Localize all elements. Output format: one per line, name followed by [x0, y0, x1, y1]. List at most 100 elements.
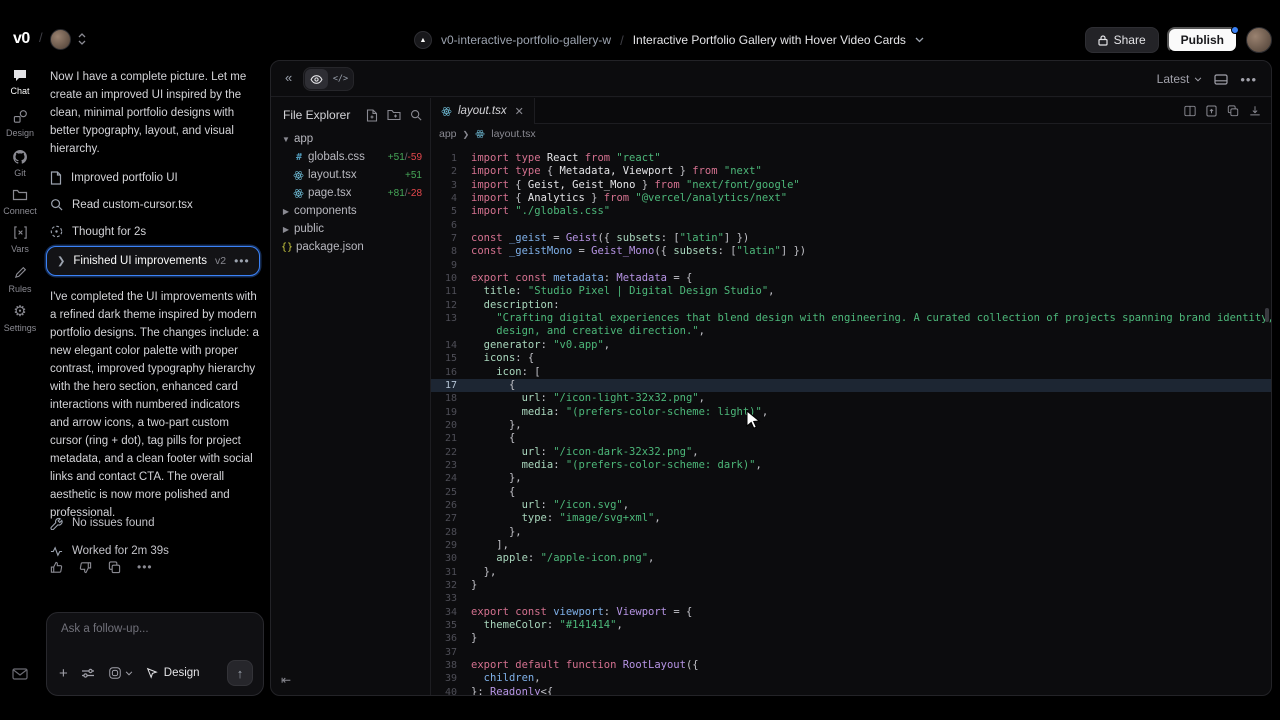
code-line[interactable]: 22 url: "/icon-dark-32x32.png",	[431, 446, 1271, 459]
rail-item-git[interactable]: Git	[0, 148, 40, 178]
add-attachment-icon[interactable]: +	[59, 665, 68, 682]
model-mode-selector[interactable]	[108, 666, 133, 680]
send-button[interactable]: ↑	[227, 660, 253, 686]
code-line[interactable]: 16 icon: [	[431, 366, 1271, 379]
share-button[interactable]: Share	[1085, 27, 1159, 53]
code-line[interactable]: 6	[431, 219, 1271, 232]
version-card[interactable]: ❯ Finished UI improvements v2 •••	[46, 246, 260, 276]
collapse-chat-icon[interactable]: «	[285, 70, 292, 85]
version-selector[interactable]: Latest	[1157, 72, 1203, 86]
publish-button[interactable]: Publish	[1167, 27, 1238, 53]
close-tab-icon[interactable]: ✕	[515, 105, 524, 118]
tree-file-globals.css[interactable]: #globals.css+51/-59	[271, 148, 430, 166]
code-line[interactable]: 15 icons: {	[431, 352, 1271, 365]
breadcrumb-chat-title[interactable]: Interactive Portfolio Gallery with Hover…	[633, 33, 906, 47]
tree-file-layout.tsx[interactable]: layout.tsx+51	[271, 166, 430, 184]
step-improved-portfolio-ui[interactable]: Improved portfolio UI	[50, 164, 260, 191]
code-line[interactable]: 14 generator: "v0.app",	[431, 339, 1271, 352]
device-preview-icon[interactable]	[1214, 74, 1228, 85]
version-card-menu-icon[interactable]: •••	[234, 254, 250, 268]
code-line[interactable]: 2import type { Metadata, Viewport } from…	[431, 165, 1271, 178]
editor-scrollbar[interactable]	[1265, 308, 1269, 322]
breadcrumb-folder[interactable]: app	[439, 128, 457, 140]
step-read-custom-cursor[interactable]: Read custom-cursor.tsx	[50, 191, 260, 218]
code-view-icon[interactable]: </>	[329, 69, 352, 89]
chevron-down-icon[interactable]	[915, 37, 924, 43]
rail-item-rules[interactable]: Rules	[0, 264, 40, 294]
rail-item-settings[interactable]: ⚙ Settings	[0, 303, 40, 333]
more-actions-icon[interactable]: •••	[137, 560, 153, 574]
user-avatar[interactable]	[1246, 27, 1272, 53]
breadcrumb-project[interactable]: v0-interactive-portfolio-gallery-w	[441, 33, 611, 47]
code-line[interactable]: 34export const viewport: Viewport = {	[431, 606, 1271, 619]
code-line[interactable]: 23 media: "(prefers-color-scheme: dark)"…	[431, 459, 1271, 472]
code-line[interactable]: 29 ],	[431, 539, 1271, 552]
rail-item-vars[interactable]: Vars	[0, 224, 40, 254]
code-line[interactable]: 36}	[431, 632, 1271, 645]
code-line[interactable]: 24 },	[431, 472, 1271, 485]
code-line[interactable]: 13 "Crafting digital experiences that bl…	[431, 312, 1271, 325]
tree-folder-components[interactable]: ▶components	[271, 202, 430, 220]
v0-logo[interactable]: v0	[13, 30, 30, 48]
editor-more-icon[interactable]: •••	[1240, 72, 1257, 87]
code-lines[interactable]: 1import type React from "react"2import t…	[431, 152, 1271, 695]
code-line[interactable]: 5import "./globals.css"	[431, 205, 1271, 218]
code-line[interactable]: 12 description:	[431, 299, 1271, 312]
code-line[interactable]: 30 apple: "/apple-icon.png",	[431, 552, 1271, 565]
thumbs-down-icon[interactable]	[79, 561, 92, 574]
code-line[interactable]: 26 url: "/icon.svg",	[431, 499, 1271, 512]
code-line[interactable]: 4import { Analytics } from "@vercel/anal…	[431, 192, 1271, 205]
code-line[interactable]: 31 },	[431, 566, 1271, 579]
code-line[interactable]: 18 url: "/icon-light-32x32.png",	[431, 392, 1271, 405]
copy-icon[interactable]	[108, 561, 121, 574]
code-line[interactable]: 27 type: "image/svg+xml",	[431, 512, 1271, 525]
search-files-icon[interactable]	[410, 109, 422, 122]
code-line[interactable]: 33	[431, 592, 1271, 605]
rail-item-connect[interactable]: Connect	[0, 186, 40, 216]
copy-file-icon[interactable]	[1227, 105, 1239, 117]
code-line[interactable]: 9	[431, 259, 1271, 272]
design-mode-chip[interactable]: Design	[146, 667, 200, 679]
feedback-mail-icon[interactable]	[12, 668, 28, 680]
code-line[interactable]: 25 {	[431, 486, 1271, 499]
code-line[interactable]: 7const _geist = Geist({ subsets: ["latin…	[431, 232, 1271, 245]
new-folder-icon[interactable]	[387, 109, 401, 122]
code-line[interactable]: 38export default function RootLayout({	[431, 659, 1271, 672]
followup-input[interactable]	[61, 623, 241, 635]
sliders-icon[interactable]	[81, 667, 95, 679]
rail-item-chat[interactable]: Chat	[0, 66, 40, 96]
tree-folder-app[interactable]: ▼app	[271, 130, 430, 148]
code-line[interactable]: 20 },	[431, 419, 1271, 432]
code-line[interactable]: 35 themeColor: "#141414",	[431, 619, 1271, 632]
code-line[interactable]: 3import { Geist, Geist_Mono } from "next…	[431, 179, 1271, 192]
step-thought[interactable]: Thought for 2s	[50, 218, 260, 245]
tree-file-package.json[interactable]: {}package.json	[271, 238, 430, 256]
code-line[interactable]: 21 {	[431, 432, 1271, 445]
download-icon[interactable]	[1249, 105, 1261, 117]
code-line[interactable]: 8const _geistMono = Geist_Mono({ subsets…	[431, 245, 1271, 258]
tab-layout-tsx[interactable]: layout.tsx ✕	[431, 98, 535, 124]
code-line[interactable]: 11 title: "Studio Pixel | Digital Design…	[431, 285, 1271, 298]
rail-item-design[interactable]: Design	[0, 108, 40, 138]
breadcrumb-file[interactable]: layout.tsx	[491, 128, 535, 140]
code-line-current[interactable]: 17 {	[431, 379, 1271, 392]
tree-file-page.tsx[interactable]: page.tsx+81/-28	[271, 184, 430, 202]
code-line[interactable]: design, and creative direction.",	[431, 325, 1271, 338]
code-line[interactable]: 28 },	[431, 526, 1271, 539]
code-line[interactable]: 1import type React from "react"	[431, 152, 1271, 165]
code-line[interactable]: 37	[431, 646, 1271, 659]
code-line[interactable]: 39 children,	[431, 672, 1271, 685]
split-editor-icon[interactable]	[1184, 105, 1196, 117]
code-line[interactable]: 19 media: "(prefers-color-scheme: light)…	[431, 406, 1271, 419]
workspace-avatar[interactable]	[50, 29, 71, 50]
preview-eye-icon[interactable]	[305, 69, 328, 89]
new-file-icon[interactable]	[366, 109, 378, 122]
workspace-switcher-icon[interactable]	[77, 32, 87, 46]
collapse-explorer-icon[interactable]: ⇤	[281, 673, 291, 687]
open-file-icon[interactable]	[1206, 105, 1217, 117]
code-line[interactable]: 10export const metadata: Metadata = {	[431, 272, 1271, 285]
thumbs-up-icon[interactable]	[50, 561, 63, 574]
tree-folder-public[interactable]: ▶public	[271, 220, 430, 238]
code-line[interactable]: 32}	[431, 579, 1271, 592]
code-line[interactable]: 40}: Readonly<{	[431, 686, 1271, 695]
